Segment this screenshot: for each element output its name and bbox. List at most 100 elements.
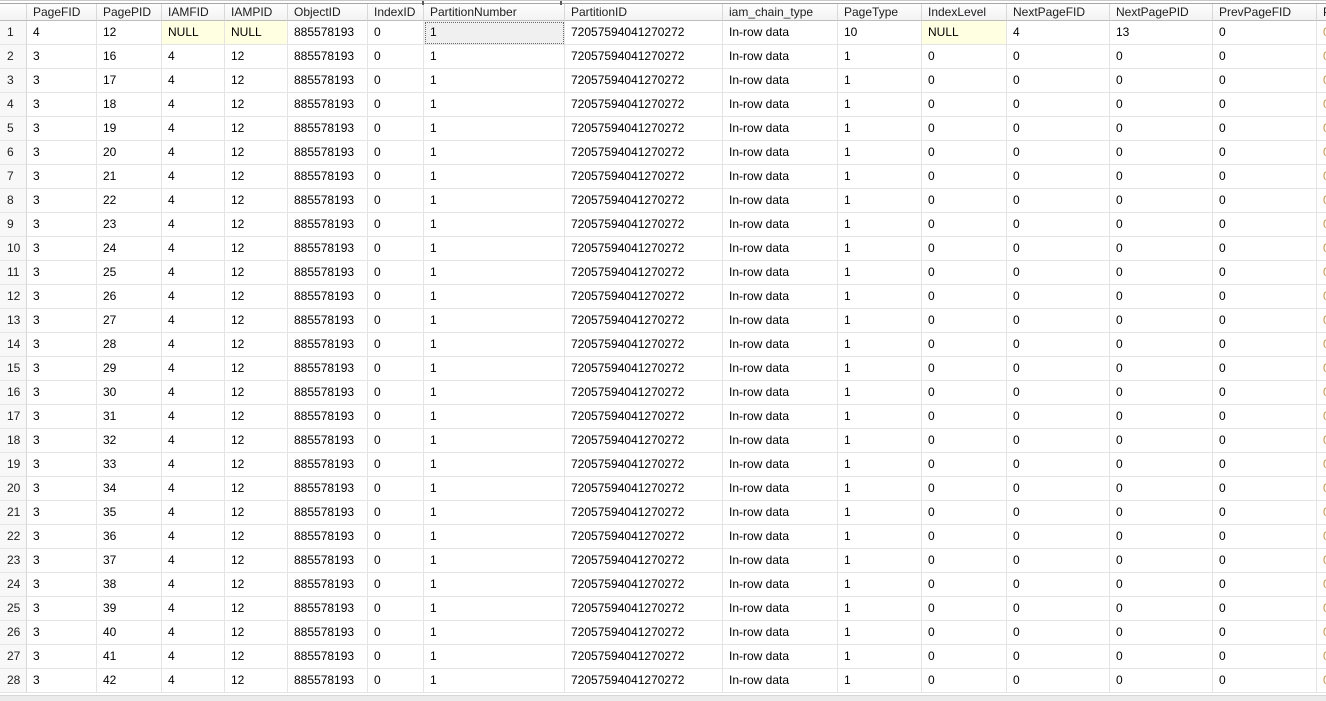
cell-PagePID[interactable]: 37 [97, 549, 162, 573]
cell-PrevPageFID[interactable]: 0 [1213, 597, 1317, 621]
cell-PartitionNumber[interactable]: 1 [424, 645, 565, 669]
row-header[interactable]: 20 [0, 477, 27, 501]
cell-NextPagePID[interactable]: 0 [1110, 621, 1213, 645]
cell-NextPagePID[interactable]: 0 [1110, 525, 1213, 549]
cell-IndexLevel[interactable]: 0 [922, 381, 1007, 405]
cell-NextPagePID[interactable]: 0 [1110, 477, 1213, 501]
cell-iam_chain_type[interactable]: In-row data [723, 237, 838, 261]
row-header[interactable]: 12 [0, 285, 27, 309]
cell-iam_chain_type[interactable]: In-row data [723, 405, 838, 429]
cell-NextPageFID[interactable]: 0 [1007, 261, 1110, 285]
cell-iam_chain_type[interactable]: In-row data [723, 45, 838, 69]
cell-IndexLevel[interactable]: 0 [922, 525, 1007, 549]
cell-IAMFID[interactable]: 4 [162, 237, 225, 261]
column-header-PartitionNumber[interactable]: PartitionNumber [424, 4, 565, 21]
cell-IAMFID[interactable]: 4 [162, 669, 225, 693]
cell-ObjectID[interactable]: 885578193 [288, 189, 368, 213]
cell-PageFID[interactable]: 4 [27, 21, 97, 45]
cell-PartitionNumber[interactable]: 1 [424, 597, 565, 621]
cell-IndexID[interactable]: 0 [368, 285, 424, 309]
cell-IAMPID[interactable]: 12 [225, 645, 288, 669]
cell-PrevPagePID[interactable]: 0 [1317, 261, 1326, 285]
cell-PageType[interactable]: 1 [838, 165, 922, 189]
cell-IndexLevel[interactable]: 0 [922, 621, 1007, 645]
cell-NextPageFID[interactable]: 0 [1007, 573, 1110, 597]
cell-IndexID[interactable]: 0 [368, 525, 424, 549]
cell-IAMPID[interactable]: 12 [225, 669, 288, 693]
cell-IndexID[interactable]: 0 [368, 189, 424, 213]
cell-NextPagePID[interactable]: 13 [1110, 21, 1213, 45]
cell-PagePID[interactable]: 16 [97, 45, 162, 69]
cell-ObjectID[interactable]: 885578193 [288, 237, 368, 261]
cell-IndexID[interactable]: 0 [368, 237, 424, 261]
cell-PartitionID[interactable]: 72057594041270272 [565, 669, 723, 693]
cell-PageType[interactable]: 1 [838, 93, 922, 117]
row-header[interactable]: 23 [0, 549, 27, 573]
cell-ObjectID[interactable]: 885578193 [288, 381, 368, 405]
cell-IndexID[interactable]: 0 [368, 405, 424, 429]
cell-IAMPID[interactable]: 12 [225, 93, 288, 117]
cell-ObjectID[interactable]: 885578193 [288, 285, 368, 309]
cell-PageFID[interactable]: 3 [27, 573, 97, 597]
cell-PagePID[interactable]: 35 [97, 501, 162, 525]
cell-PageType[interactable]: 1 [838, 117, 922, 141]
row-header[interactable]: 22 [0, 525, 27, 549]
cell-PartitionNumber[interactable]: 1 [424, 21, 565, 45]
cell-IndexLevel[interactable]: 0 [922, 333, 1007, 357]
cell-PageFID[interactable]: 3 [27, 405, 97, 429]
cell-PartitionNumber[interactable]: 1 [424, 405, 565, 429]
column-header-IndexID[interactable]: IndexID [368, 4, 424, 21]
cell-PartitionNumber[interactable]: 1 [424, 45, 565, 69]
cell-PartitionID[interactable]: 72057594041270272 [565, 261, 723, 285]
cell-IndexLevel[interactable]: 0 [922, 165, 1007, 189]
cell-IAMPID[interactable]: 12 [225, 357, 288, 381]
cell-NextPageFID[interactable]: 0 [1007, 453, 1110, 477]
cell-NextPageFID[interactable]: 0 [1007, 477, 1110, 501]
cell-PageType[interactable]: 1 [838, 669, 922, 693]
cell-IAMPID[interactable]: 12 [225, 213, 288, 237]
cell-NextPagePID[interactable]: 0 [1110, 237, 1213, 261]
column-header-PagePID[interactable]: PagePID [97, 4, 162, 21]
cell-ObjectID[interactable]: 885578193 [288, 69, 368, 93]
cell-PagePID[interactable]: 18 [97, 93, 162, 117]
cell-PagePID[interactable]: 23 [97, 213, 162, 237]
cell-PrevPageFID[interactable]: 0 [1213, 501, 1317, 525]
cell-PagePID[interactable]: 19 [97, 117, 162, 141]
cell-PrevPagePID[interactable]: 0 [1317, 69, 1326, 93]
cell-IndexLevel[interactable]: 0 [922, 69, 1007, 93]
cell-PageType[interactable]: 1 [838, 285, 922, 309]
cell-NextPagePID[interactable]: 0 [1110, 549, 1213, 573]
cell-PrevPagePID[interactable]: 0 [1317, 237, 1326, 261]
cell-PrevPagePID[interactable]: 0 [1317, 549, 1326, 573]
cell-PageType[interactable]: 1 [838, 69, 922, 93]
cell-PrevPageFID[interactable]: 0 [1213, 21, 1317, 45]
cell-NextPageFID[interactable]: 4 [1007, 21, 1110, 45]
row-header[interactable]: 27 [0, 645, 27, 669]
column-header-NextPageFID[interactable]: NextPageFID [1007, 4, 1110, 21]
cell-IndexLevel[interactable]: 0 [922, 45, 1007, 69]
cell-PrevPagePID[interactable]: 0 [1317, 165, 1326, 189]
cell-PrevPagePID[interactable]: 0 [1317, 381, 1326, 405]
cell-IndexLevel[interactable]: 0 [922, 477, 1007, 501]
cell-PageType[interactable]: 10 [838, 21, 922, 45]
cell-NextPagePID[interactable]: 0 [1110, 213, 1213, 237]
cell-PageType[interactable]: 1 [838, 189, 922, 213]
column-header-iam_chain_type[interactable]: iam_chain_type [723, 4, 838, 21]
cell-PrevPageFID[interactable]: 0 [1213, 453, 1317, 477]
cell-iam_chain_type[interactable]: In-row data [723, 669, 838, 693]
cell-IAMFID[interactable]: 4 [162, 573, 225, 597]
cell-iam_chain_type[interactable]: In-row data [723, 357, 838, 381]
cell-PartitionNumber[interactable]: 1 [424, 309, 565, 333]
cell-IAMPID[interactable]: 12 [225, 165, 288, 189]
cell-PrevPageFID[interactable]: 0 [1213, 525, 1317, 549]
cell-PageType[interactable]: 1 [838, 261, 922, 285]
cell-ObjectID[interactable]: 885578193 [288, 645, 368, 669]
cell-PageFID[interactable]: 3 [27, 165, 97, 189]
cell-PagePID[interactable]: 40 [97, 621, 162, 645]
cell-iam_chain_type[interactable]: In-row data [723, 645, 838, 669]
cell-PartitionID[interactable]: 72057594041270272 [565, 165, 723, 189]
cell-PartitionID[interactable]: 72057594041270272 [565, 597, 723, 621]
cell-PrevPagePID[interactable]: 0 [1317, 117, 1326, 141]
cell-PartitionID[interactable]: 72057594041270272 [565, 69, 723, 93]
cell-PrevPageFID[interactable]: 0 [1213, 381, 1317, 405]
